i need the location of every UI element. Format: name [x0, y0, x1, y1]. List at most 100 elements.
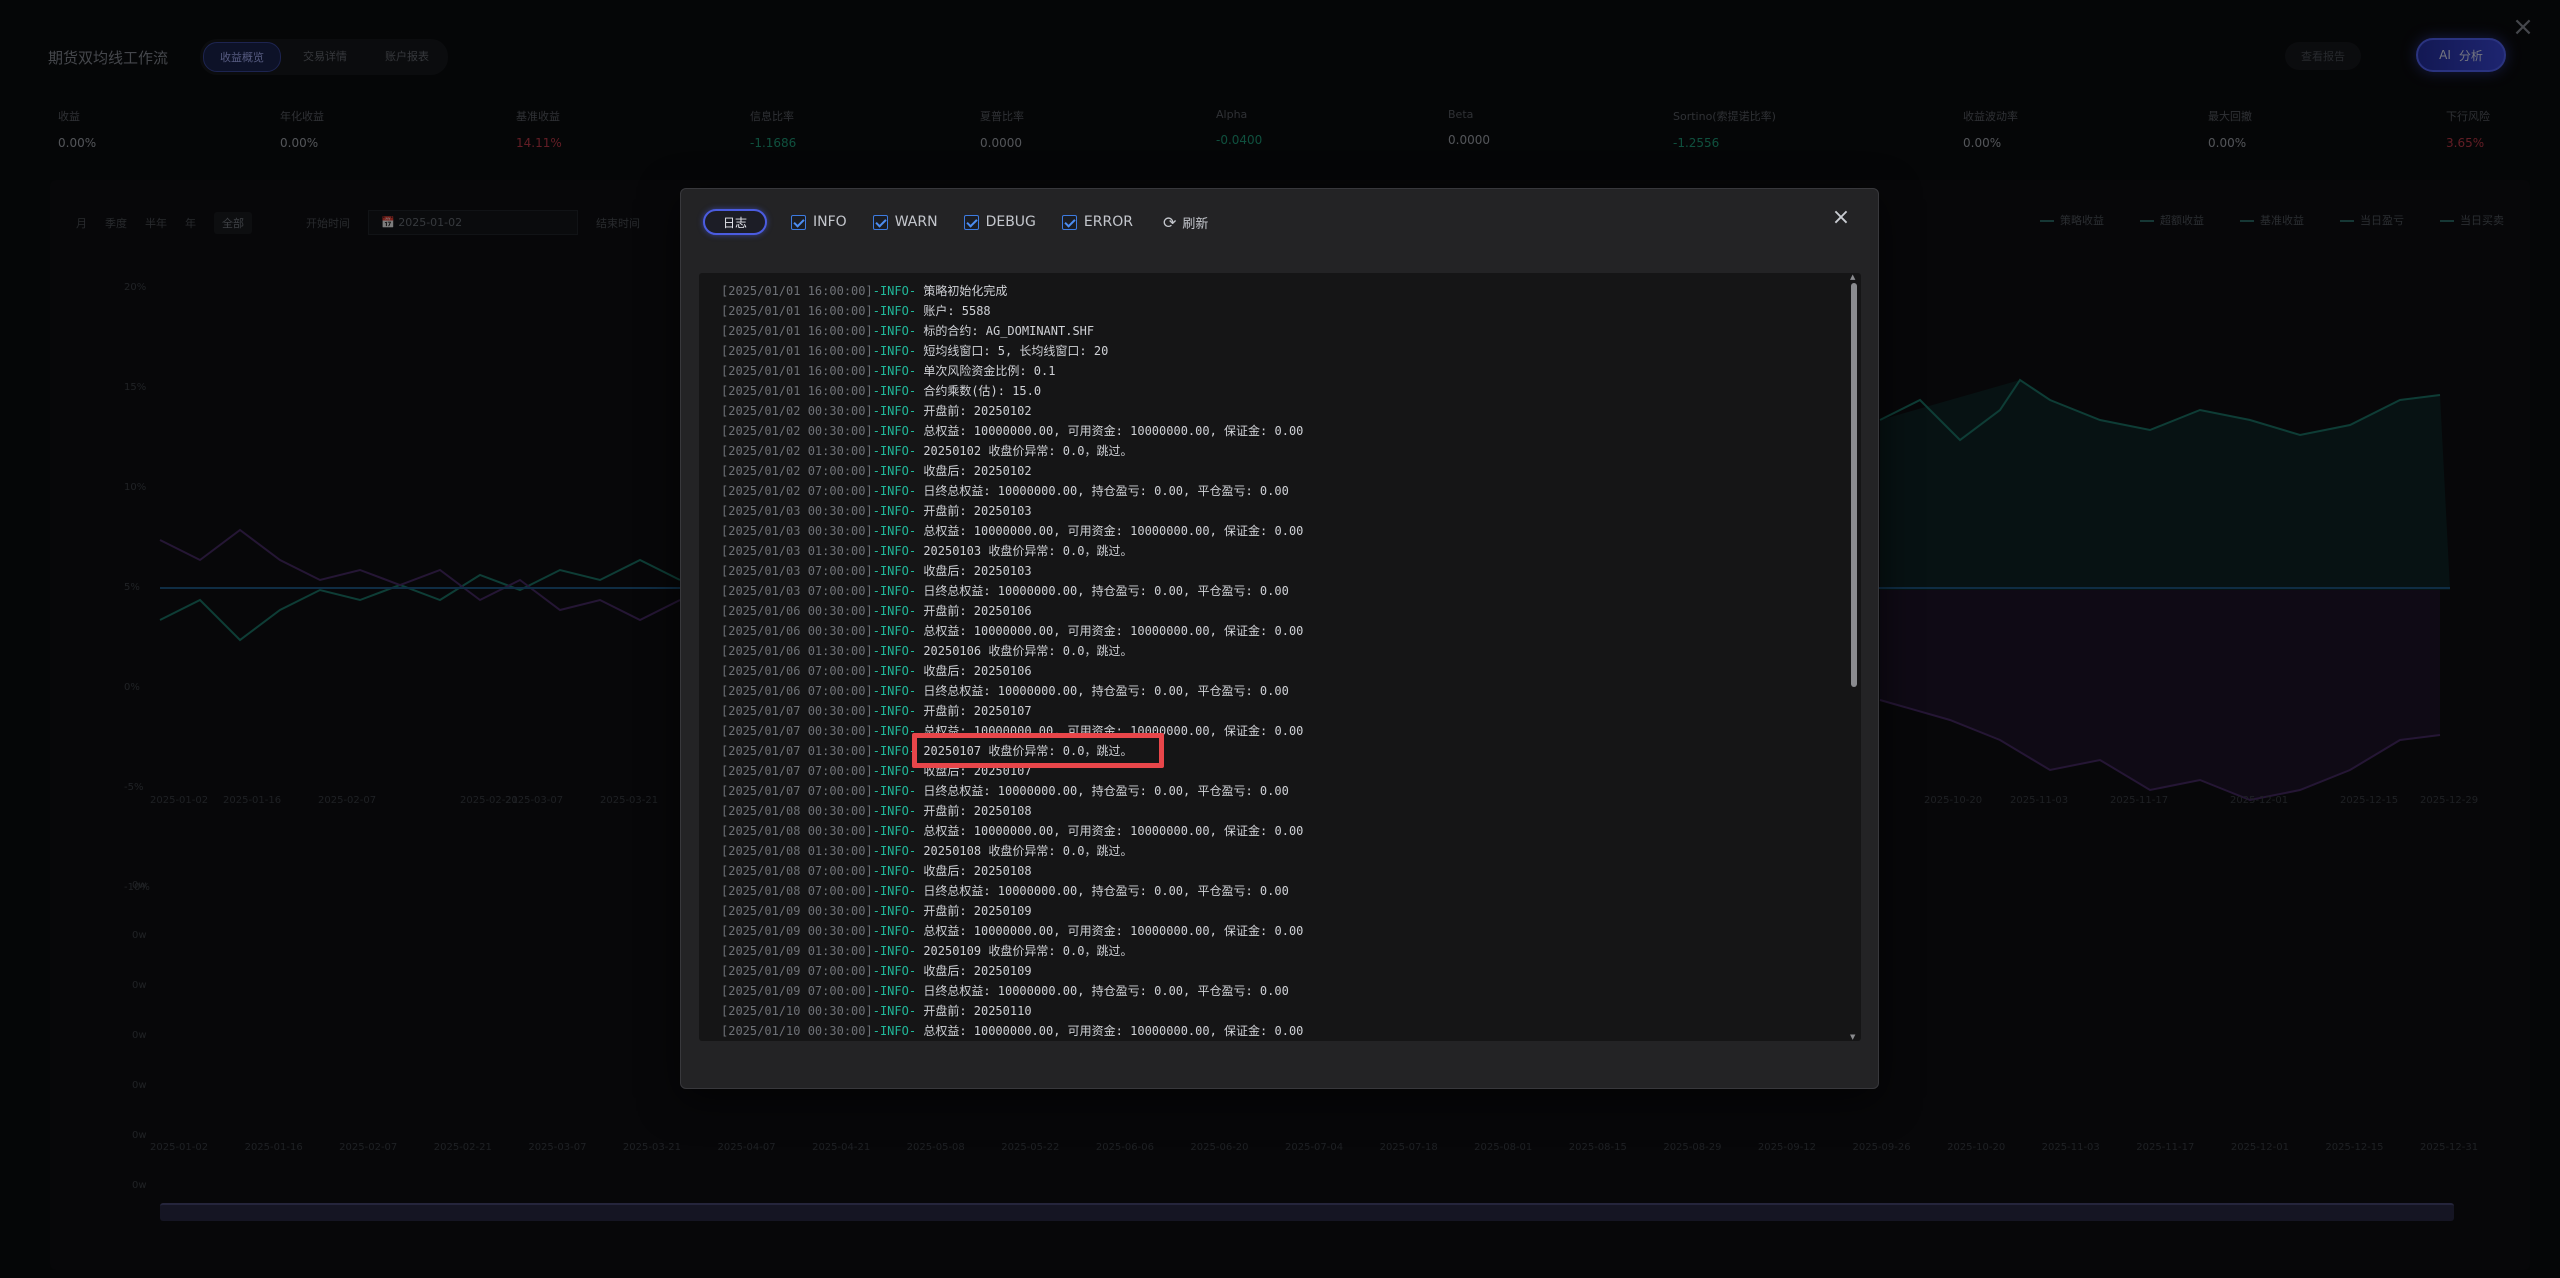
log-message: 策略初始化完成 — [923, 284, 1008, 298]
log-level: -INFO- — [872, 664, 917, 678]
log-message: 收盘后: 20250103 — [923, 564, 1032, 578]
log-message: 总权益: 10000000.00, 可用资金: 10000000.00, 保证金… — [923, 524, 1304, 538]
log-level: -INFO- — [872, 804, 917, 818]
log-timestamp: [2025/01/08 07:00:00] — [721, 884, 873, 898]
log-scrollbar[interactable]: ▲ ▼ — [1850, 273, 1857, 1041]
filter-warn-checkbox[interactable]: WARN — [872, 214, 938, 230]
log-line: [2025/01/09 00:30:00]-INFO- 总权益: 1000000… — [721, 921, 1831, 941]
log-timestamp: [2025/01/07 00:30:00] — [721, 704, 873, 718]
log-line: [2025/01/01 16:00:00]-INFO- 合约乘数(估): 15.… — [721, 381, 1831, 401]
log-level: -INFO- — [872, 344, 917, 358]
scrollbar-thumb[interactable] — [1851, 283, 1857, 687]
log-message: 日终总权益: 10000000.00, 持仓盈亏: 0.00, 平仓盈亏: 0.… — [923, 884, 1289, 898]
log-message: 开盘前: 20250103 — [923, 504, 1032, 518]
log-level: -INFO- — [872, 544, 917, 558]
checkbox-checked-icon — [791, 214, 807, 230]
filter-debug-checkbox[interactable]: DEBUG — [963, 214, 1036, 230]
log-level: -INFO- — [872, 964, 917, 978]
log-level: -INFO- — [872, 824, 917, 838]
log-level: -INFO- — [872, 404, 917, 418]
refresh-button[interactable]: ⟳ 刷新 — [1163, 213, 1208, 232]
log-message: 收盘后: 20250109 — [923, 964, 1032, 978]
log-message: 单次风险资金比例: 0.1 — [923, 364, 1056, 378]
log-line: [2025/01/10 00:30:00]-INFO- 开盘前: 2025011… — [721, 1001, 1831, 1021]
log-timestamp: [2025/01/01 16:00:00] — [721, 284, 873, 298]
log-level: -INFO- — [872, 724, 917, 738]
scroll-up-icon[interactable]: ▲ — [1850, 273, 1855, 281]
log-timestamp: [2025/01/01 16:00:00] — [721, 344, 873, 358]
log-timestamp: [2025/01/08 00:30:00] — [721, 804, 873, 818]
log-message: 20250109 收盘价异常: 0.0，跳过。 — [923, 944, 1133, 958]
log-level: -INFO- — [872, 464, 917, 478]
highlight-annotation — [912, 733, 1164, 768]
log-message: 开盘前: 20250110 — [923, 1004, 1032, 1018]
log-message: 收盘后: 20250106 — [923, 664, 1032, 678]
log-level: -INFO- — [872, 924, 917, 938]
log-timestamp: [2025/01/08 01:30:00] — [721, 844, 873, 858]
log-message: 开盘前: 20250109 — [923, 904, 1032, 918]
log-line: [2025/01/08 07:00:00]-INFO- 收盘后: 2025010… — [721, 861, 1831, 881]
log-message: 总权益: 10000000.00, 可用资金: 10000000.00, 保证金… — [923, 824, 1304, 838]
log-message: 总权益: 10000000.00, 可用资金: 10000000.00, 保证金… — [923, 424, 1304, 438]
filter-error-checkbox[interactable]: ERROR — [1061, 214, 1133, 230]
checkbox-checked-icon — [872, 214, 888, 230]
checkbox-checked-icon — [963, 214, 979, 230]
log-line: [2025/01/09 07:00:00]-INFO- 收盘后: 2025010… — [721, 961, 1831, 981]
log-level: -INFO- — [872, 984, 917, 998]
log-output[interactable]: [2025/01/01 16:00:00]-INFO- 策略初始化完成 [2025… — [699, 273, 1861, 1041]
log-timestamp: [2025/01/10 00:30:00] — [721, 1024, 873, 1038]
log-timestamp: [2025/01/09 07:00:00] — [721, 964, 873, 978]
log-timestamp: [2025/01/03 07:00:00] — [721, 584, 873, 598]
log-message: 日终总权益: 10000000.00, 持仓盈亏: 0.00, 平仓盈亏: 0.… — [923, 784, 1289, 798]
log-line: [2025/01/01 16:00:00]-INFO- 策略初始化完成 — [721, 281, 1831, 301]
log-level: -INFO- — [872, 604, 917, 618]
log-line: [2025/01/03 07:00:00]-INFO- 日终总权益: 10000… — [721, 581, 1831, 601]
log-message: 合约乘数(估): 15.0 — [923, 384, 1042, 398]
log-message: 开盘前: 20250108 — [923, 804, 1032, 818]
filter-info-checkbox[interactable]: INFO — [791, 214, 847, 230]
scroll-down-icon[interactable]: ▼ — [1850, 1033, 1855, 1041]
log-timestamp: [2025/01/02 07:00:00] — [721, 464, 873, 478]
log-line: [2025/01/06 01:30:00]-INFO- 20250106 收盘价… — [721, 641, 1831, 661]
log-level: -INFO- — [872, 684, 917, 698]
log-timestamp: [2025/01/09 00:30:00] — [721, 924, 873, 938]
log-lines: [2025/01/01 16:00:00]-INFO- 策略初始化完成 [2025… — [721, 281, 1831, 1041]
log-line: [2025/01/02 07:00:00]-INFO- 日终总权益: 10000… — [721, 481, 1831, 501]
log-line: [2025/01/02 00:30:00]-INFO- 总权益: 1000000… — [721, 421, 1831, 441]
log-modal: 日志 INFO WARN DEBUG ERROR ⟳ 刷新 × [2025/01… — [680, 188, 1879, 1089]
log-level: -INFO- — [872, 444, 917, 458]
log-timestamp: [2025/01/09 07:00:00] — [721, 984, 873, 998]
log-timestamp: [2025/01/08 00:30:00] — [721, 824, 873, 838]
log-level: -INFO- — [872, 624, 917, 638]
log-timestamp: [2025/01/08 07:00:00] — [721, 864, 873, 878]
log-timestamp: [2025/01/02 07:00:00] — [721, 484, 873, 498]
log-line: [2025/01/06 07:00:00]-INFO- 收盘后: 2025010… — [721, 661, 1831, 681]
log-message: 总权益: 10000000.00, 可用资金: 10000000.00, 保证金… — [923, 924, 1304, 938]
log-line: [2025/01/03 00:30:00]-INFO- 总权益: 1000000… — [721, 521, 1831, 541]
log-timestamp: [2025/01/07 07:00:00] — [721, 764, 873, 778]
log-message: 20250103 收盘价异常: 0.0，跳过。 — [923, 544, 1133, 558]
log-line: [2025/01/02 01:30:00]-INFO- 20250102 收盘价… — [721, 441, 1831, 461]
log-line: [2025/01/02 07:00:00]-INFO- 收盘后: 2025010… — [721, 461, 1831, 481]
log-message: 开盘前: 20250102 — [923, 404, 1032, 418]
log-message: 收盘后: 20250102 — [923, 464, 1032, 478]
log-level: -INFO- — [872, 504, 917, 518]
log-level: -INFO- — [872, 844, 917, 858]
log-message: 日终总权益: 10000000.00, 持仓盈亏: 0.00, 平仓盈亏: 0.… — [923, 684, 1289, 698]
log-timestamp: [2025/01/06 07:00:00] — [721, 684, 873, 698]
filter-debug-label: DEBUG — [985, 214, 1036, 230]
log-timestamp: [2025/01/01 16:00:00] — [721, 364, 873, 378]
log-line: [2025/01/07 00:30:00]-INFO- 开盘前: 2025010… — [721, 701, 1831, 721]
log-message: 总权益: 10000000.00, 可用资金: 10000000.00, 保证金… — [923, 624, 1304, 638]
log-timestamp: [2025/01/09 00:30:00] — [721, 904, 873, 918]
log-line: [2025/01/08 00:30:00]-INFO- 开盘前: 2025010… — [721, 801, 1831, 821]
log-message: 开盘前: 20250107 — [923, 704, 1032, 718]
log-level: -INFO- — [872, 384, 917, 398]
log-tab[interactable]: 日志 — [703, 209, 768, 235]
log-line: [2025/01/09 01:30:00]-INFO- 20250109 收盘价… — [721, 941, 1831, 961]
refresh-label: 刷新 — [1182, 216, 1209, 232]
log-timestamp: [2025/01/06 01:30:00] — [721, 644, 873, 658]
log-level: -INFO- — [872, 864, 917, 878]
log-timestamp: [2025/01/01 16:00:00] — [721, 304, 873, 318]
close-icon[interactable]: × — [1830, 207, 1852, 229]
